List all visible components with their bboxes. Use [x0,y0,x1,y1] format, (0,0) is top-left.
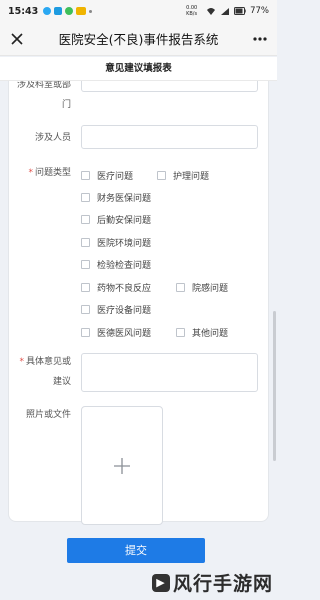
wifi-icon [207,7,216,15]
dept-label-line1: 涉及科室或部 [16,81,71,90]
checkbox-lab[interactable]: 检验检查问题 [81,258,151,271]
checkbox[interactable] [176,328,185,337]
battery-level: 77% [250,6,269,16]
checkbox-nursing[interactable]: 护理问题 [157,169,209,182]
checkbox-drug[interactable]: 药物不良反应 [81,281,151,294]
checkbox-label: 护理问题 [173,172,210,182]
checkbox-infection[interactable]: 院感问题 [176,281,228,294]
checkbox-label: 后勤安保问题 [97,216,152,226]
type-label: * 问题类型 [9,166,71,180]
checkbox[interactable] [81,238,90,247]
plus-icon [114,457,130,474]
checkbox[interactable] [81,260,90,269]
watermark: ▶ 风行手游网 [151,569,273,596]
checkbox[interactable] [81,171,90,180]
battery-icon [234,7,246,15]
scrollbar[interactable] [273,311,276,461]
checkbox[interactable] [81,193,90,202]
watermark-logo-icon: ▶ [151,573,170,592]
more-dot-icon [89,9,93,13]
checkbox[interactable] [81,328,90,337]
form-card: 涉及科室或部 门 涉及人员 * 问题类型 医疗问题 护理问题 财务医保问题 后勤安… [8,81,269,525]
page-title: 医院安全(不良)事件报告系统 [58,32,219,47]
status-right: 0.00 KB/s 77% [186,5,269,17]
checkbox-label: 财务医保问题 [97,194,152,204]
checkbox-label: 检验检查问题 [97,261,152,271]
signal-icon [221,7,230,15]
checkbox-label: 药物不良反应 [97,284,152,294]
suggestion-textarea[interactable] [81,353,258,392]
more-icon [253,36,267,41]
person-input[interactable] [81,125,258,149]
form-title: 意见建议填报表 [0,57,277,81]
attachment-label: 照片或文件 [25,410,71,420]
app-notification-icon [54,7,63,15]
notification-icons [43,7,93,15]
checkbox-label: 院感问题 [192,284,229,294]
checkbox[interactable] [157,171,166,180]
watermark-text: 风行手游网 [172,573,273,595]
suggestion-label-line2: 建议 [52,377,71,387]
more-button[interactable] [243,22,277,56]
checkbox[interactable] [81,305,90,314]
checkbox-label: 其他问题 [192,329,229,339]
submit-button[interactable]: 提交 [67,538,205,563]
checkbox-label: 医院环境问题 [97,239,152,249]
required-mark: * [19,357,24,367]
checkbox-equipment[interactable]: 医疗设备问题 [81,303,151,316]
upload-button[interactable] [81,406,163,525]
required-mark: * [28,168,33,178]
network-speed: 0.00 KB/s [186,5,198,17]
checkbox-finance[interactable]: 财务医保问题 [81,191,151,204]
status-time: 15:43 [8,5,39,17]
suggestion-label: * 具体意见或 建议 [9,355,71,389]
dept-label-line2: 门 [61,100,71,110]
type-label-text: 问题类型 [34,168,71,178]
checkbox-ethics[interactable]: 医德医风问题 [81,326,151,339]
dept-select[interactable] [81,81,258,92]
checkbox[interactable] [81,215,90,224]
app-notification-icon [43,7,52,15]
close-icon [11,32,23,45]
checkbox-label: 医疗设备问题 [97,306,152,316]
title-bar: 医院安全(不良)事件报告系统 [0,22,277,56]
checkbox[interactable] [176,283,185,292]
checkbox-other[interactable]: 其他问题 [176,326,228,339]
checkbox-logistics[interactable]: 后勤安保问题 [81,213,151,226]
status-bar: 15:43 0.00 KB/s 77% [0,0,277,22]
checkbox-medical[interactable]: 医疗问题 [81,169,133,182]
close-button[interactable] [0,22,34,56]
suggestion-label-line1: 具体意见或 [25,357,71,367]
checkbox[interactable] [81,283,90,292]
person-label: 涉及人员 [34,133,71,143]
form-scroll-area[interactable]: 涉及科室或部 门 涉及人员 * 问题类型 医疗问题 护理问题 财务医保问题 后勤安… [0,81,277,600]
checkbox-label: 医疗问题 [97,172,134,182]
app-notification-icon [65,7,74,15]
app-notification-icon [76,7,87,15]
checkbox-label: 医德医风问题 [97,329,152,339]
checkbox-environment[interactable]: 医院环境问题 [81,236,151,249]
dept-label: 涉及科室或部 门 [9,81,71,112]
